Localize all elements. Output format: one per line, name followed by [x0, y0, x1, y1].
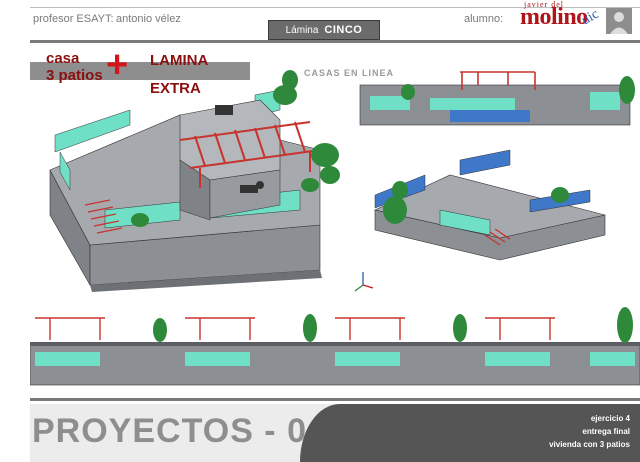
- sheet-title-line1: casa: [46, 50, 80, 67]
- footer-info-line1: ejercicio 4: [590, 414, 630, 423]
- isometric-house-main: [49, 70, 374, 292]
- extra-title-line2: EXTRA: [150, 80, 201, 97]
- footer-top-rule: [30, 398, 640, 401]
- sheet-tab-value: CINCO: [324, 24, 363, 36]
- sheet-subtitle: CASAS EN LINEA: [304, 68, 395, 78]
- student-photo-icon: [606, 8, 632, 34]
- extra-title-line1: LAMINA: [150, 52, 209, 69]
- footer-info-line3: vivienda con 3 patios: [549, 440, 630, 449]
- footer-title: PROYECTOS - 0: [32, 412, 307, 450]
- plus-symbol: +: [106, 44, 129, 86]
- professor-name: antonio vélez: [116, 13, 181, 25]
- house-mid-right: [374, 149, 606, 261]
- house-row-elevation: [29, 307, 640, 386]
- house-top-right: [359, 71, 635, 126]
- header-bottom-rule: [30, 40, 640, 43]
- cad-drawings: [29, 62, 640, 386]
- professor-label: profesor ESAYT:: [33, 13, 114, 25]
- student-label: alumno:: [464, 13, 504, 25]
- logo-main-text: molino: [520, 4, 588, 30]
- sheet-tab[interactable]: Lámina CINCO: [268, 20, 380, 40]
- sheet-tab-label: Lámina: [285, 24, 319, 36]
- sheet-title-line2: 3 patios: [46, 67, 103, 84]
- footer-info-line2: entrega final: [582, 427, 630, 436]
- drawing-sheet: [29, 50, 640, 390]
